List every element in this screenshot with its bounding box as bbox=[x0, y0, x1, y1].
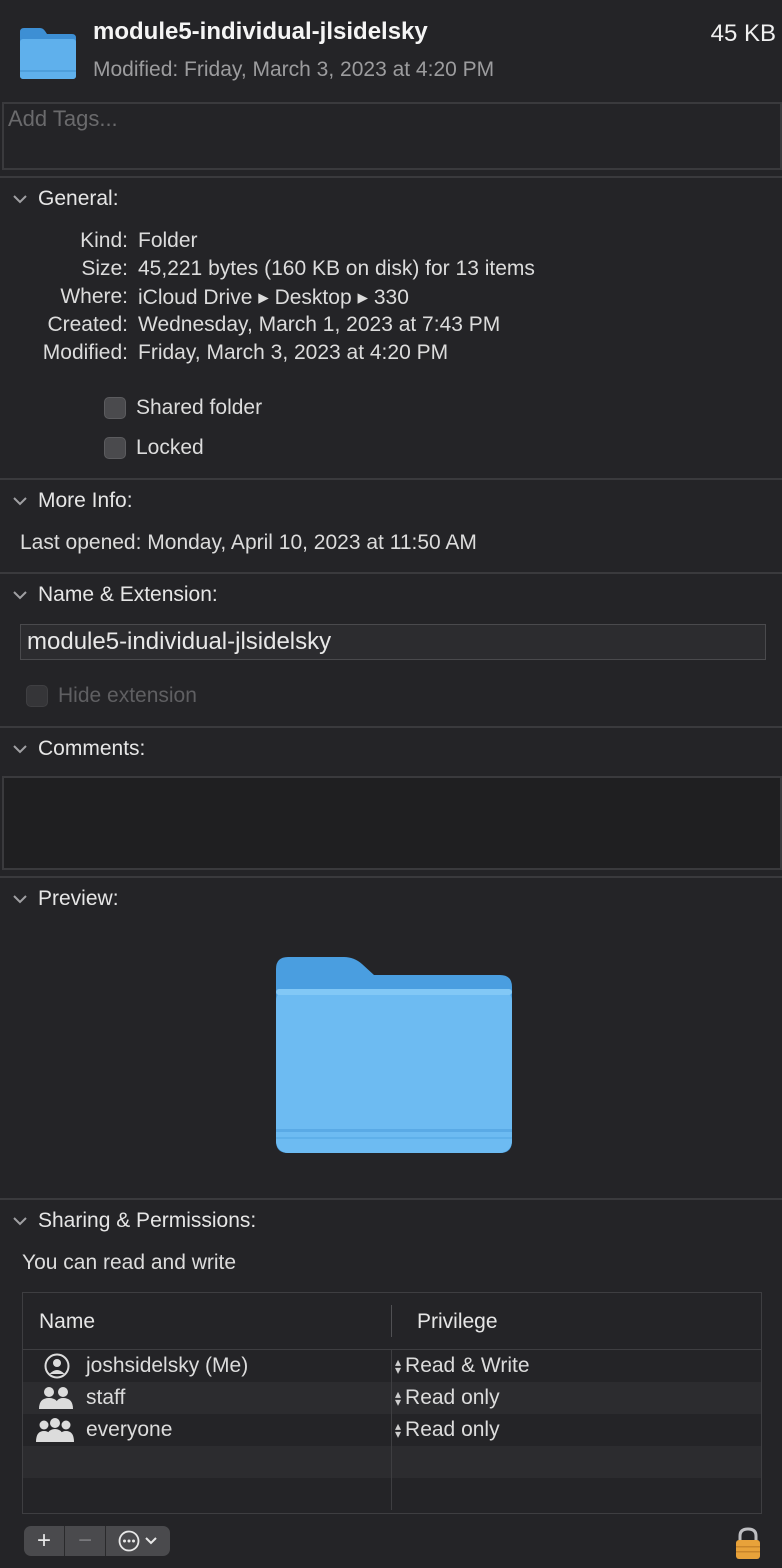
section-general-header[interactable]: General: bbox=[12, 187, 119, 211]
updown-arrows-icon: ▴ ▾ bbox=[395, 1419, 402, 1441]
file-title: module5-individual-jlsidelsky bbox=[93, 18, 428, 45]
info-row-modified: Modified: Friday, March 3, 2023 at 4:20 … bbox=[42, 341, 449, 364]
locked-checkbox[interactable]: Locked bbox=[104, 436, 204, 460]
info-row-created: Created: Wednesday, March 1, 2023 at 7:4… bbox=[47, 313, 501, 336]
divider bbox=[0, 876, 782, 878]
user-icon bbox=[44, 1353, 70, 1379]
divider bbox=[0, 572, 782, 574]
column-divider bbox=[391, 1350, 392, 1382]
sharing-status: You can read and write bbox=[22, 1251, 237, 1274]
section-more-info-header[interactable]: More Info: bbox=[12, 489, 133, 513]
section-general-title: General: bbox=[38, 187, 119, 210]
info-row-kind: Kind: Folder bbox=[80, 229, 198, 252]
header-folder-icon bbox=[18, 26, 78, 80]
chevron-down-icon bbox=[13, 895, 27, 904]
column-header-name[interactable]: Name bbox=[39, 1310, 95, 1334]
chevron-down-icon bbox=[13, 195, 27, 204]
checkbox-box[interactable] bbox=[104, 437, 126, 459]
table-row-empty bbox=[23, 1478, 761, 1510]
chevron-down-icon bbox=[145, 1537, 157, 1545]
privilege-value: Read only bbox=[405, 1418, 500, 1441]
comments-textarea[interactable] bbox=[2, 776, 782, 870]
column-divider bbox=[391, 1414, 392, 1446]
privilege-value: Read & Write bbox=[405, 1354, 530, 1377]
info-row-size: Size: 45,221 bytes (160 KB on disk) for … bbox=[81, 257, 535, 280]
section-name-extension-title: Name & Extension: bbox=[38, 583, 218, 606]
table-row[interactable]: joshsidelsky (Me) ▴ ▾ Read & Write bbox=[23, 1350, 761, 1382]
chevron-down-icon bbox=[13, 497, 27, 506]
table-row-empty bbox=[23, 1446, 761, 1478]
tags-placeholder: Add Tags... bbox=[8, 106, 118, 131]
locked-label: Locked bbox=[136, 436, 204, 459]
table-row[interactable]: everyone ▴ ▾ Read only bbox=[23, 1414, 761, 1446]
preview-folder-icon bbox=[274, 955, 514, 1155]
checkbox-box[interactable] bbox=[104, 397, 126, 419]
divider bbox=[0, 478, 782, 480]
section-more-info-title: More Info: bbox=[38, 489, 133, 512]
name-field[interactable]: module5-individual-jlsidelsky bbox=[20, 624, 766, 660]
chevron-down-icon bbox=[13, 591, 27, 600]
column-divider bbox=[391, 1382, 392, 1414]
column-header-privilege[interactable]: Privilege bbox=[417, 1310, 498, 1334]
group-icon bbox=[39, 1387, 73, 1409]
privilege-popup[interactable]: ▴ ▾ Read only bbox=[395, 1418, 500, 1442]
everyone-icon bbox=[36, 1418, 74, 1442]
checkbox-box[interactable] bbox=[26, 685, 48, 707]
column-divider[interactable] bbox=[391, 1305, 392, 1337]
row-name: joshsidelsky (Me) bbox=[86, 1354, 249, 1377]
section-comments-header[interactable]: Comments: bbox=[12, 737, 145, 761]
privilege-popup[interactable]: ▴ ▾ Read & Write bbox=[395, 1354, 530, 1378]
lock-icon[interactable] bbox=[734, 1526, 762, 1560]
section-name-extension-header[interactable]: Name & Extension: bbox=[12, 583, 218, 607]
updown-arrows-icon: ▴ ▾ bbox=[395, 1355, 402, 1377]
privilege-popup[interactable]: ▴ ▾ Read only bbox=[395, 1386, 500, 1410]
hide-extension-label: Hide extension bbox=[58, 684, 197, 707]
row-name: everyone bbox=[86, 1418, 173, 1441]
add-user-button[interactable]: + bbox=[24, 1526, 64, 1556]
actions-menu-button[interactable] bbox=[106, 1526, 170, 1556]
tags-input[interactable] bbox=[2, 102, 782, 170]
ellipsis-circle-icon bbox=[118, 1530, 140, 1552]
updown-arrows-icon: ▴ ▾ bbox=[395, 1387, 402, 1409]
info-row-where: Where: iCloud Drive ▸ Desktop ▸ 330 bbox=[60, 285, 409, 309]
section-comments-title: Comments: bbox=[38, 737, 146, 760]
table-row[interactable]: staff ▴ ▾ Read only bbox=[23, 1382, 761, 1414]
row-name: staff bbox=[86, 1386, 126, 1409]
divider bbox=[0, 176, 782, 178]
file-size: 45 KB bbox=[710, 20, 776, 47]
remove-user-button[interactable]: − bbox=[65, 1526, 105, 1556]
divider bbox=[0, 726, 782, 728]
hide-extension-checkbox[interactable]: Hide extension bbox=[26, 684, 197, 708]
chevron-down-icon bbox=[13, 745, 27, 754]
divider bbox=[0, 1198, 782, 1200]
chevron-down-icon bbox=[13, 1217, 27, 1226]
permissions-toolbar: + − bbox=[24, 1526, 170, 1556]
section-sharing-title: Sharing & Permissions: bbox=[38, 1209, 257, 1232]
privilege-value: Read only bbox=[405, 1386, 500, 1409]
shared-folder-label: Shared folder bbox=[136, 396, 263, 419]
file-modified-subtitle: Modified: Friday, March 3, 2023 at 4:20 … bbox=[93, 58, 495, 81]
shared-folder-checkbox[interactable]: Shared folder bbox=[104, 396, 262, 420]
section-preview-header[interactable]: Preview: bbox=[12, 887, 119, 911]
permissions-table-header: Name Privilege bbox=[23, 1293, 761, 1350]
last-opened: Last opened: Monday, April 10, 2023 at 1… bbox=[20, 531, 477, 554]
section-preview-title: Preview: bbox=[38, 887, 119, 910]
permissions-table: Name Privilege joshsidelsky (Me) ▴ ▾ Read… bbox=[22, 1292, 762, 1514]
section-sharing-header[interactable]: Sharing & Permissions: bbox=[12, 1209, 256, 1233]
